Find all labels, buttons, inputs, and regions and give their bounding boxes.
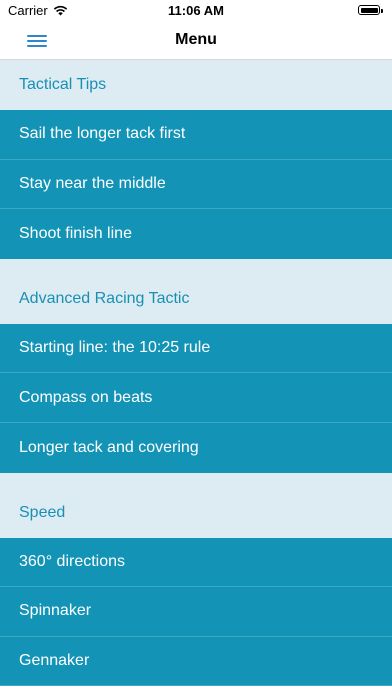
menu-item-label: Spinnaker: [19, 602, 92, 620]
menu-item-compass-on-beats[interactable]: Compass on beats: [0, 373, 392, 423]
menu-item-label: Shoot finish line: [19, 224, 132, 242]
menu-item-label: Gennaker: [19, 652, 90, 670]
section-header-speed: Speed: [0, 472, 392, 538]
menu-item-label: Stay near the middle: [19, 174, 166, 192]
menu-item-label: Starting line: the 10:25 rule: [19, 339, 211, 357]
menu-item-label: Compass on beats: [19, 388, 153, 406]
menu-list[interactable]: Tactical Tips Sail the longer tack first…: [0, 60, 392, 696]
menu-item-gennaker[interactable]: Gennaker: [0, 636, 392, 687]
section-header-label: Tactical Tips: [19, 76, 107, 93]
section-header-tactical-tips: Tactical Tips: [0, 60, 392, 110]
menu-item-label: Sail the longer tack first: [19, 125, 186, 143]
menu-item-spinnaker[interactable]: Spinnaker: [0, 587, 392, 637]
menu-item-shoot-finish-line[interactable]: Shoot finish line: [0, 209, 392, 259]
menu-item-starting-line[interactable]: Starting line: the 10:25 rule: [0, 323, 392, 374]
battery-icon: [358, 5, 383, 15]
status-time: 11:06 AM: [168, 3, 224, 18]
menu-item-360-directions[interactable]: 360° directions: [0, 537, 392, 588]
menu-item-longer-tack-covering[interactable]: Longer tack and covering: [0, 422, 392, 473]
section-header-advanced-racing-tactic: Advanced Racing Tactic: [0, 258, 392, 324]
menu-item-stay-near-middle[interactable]: Stay near the middle: [0, 159, 392, 210]
section-header-label: Speed: [19, 503, 66, 521]
navigation-bar: Menu: [0, 22, 392, 60]
status-bar: Carrier 11:06 AM: [0, 0, 392, 22]
section-header-label: Advanced Racing Tactic: [19, 289, 190, 307]
menu-item-sail-longer-tack[interactable]: Sail the longer tack first: [0, 110, 392, 160]
page-title: Menu: [175, 31, 217, 48]
menu-item-label: 360° directions: [19, 552, 126, 570]
menu-item-label: Longer tack and covering: [19, 438, 199, 456]
